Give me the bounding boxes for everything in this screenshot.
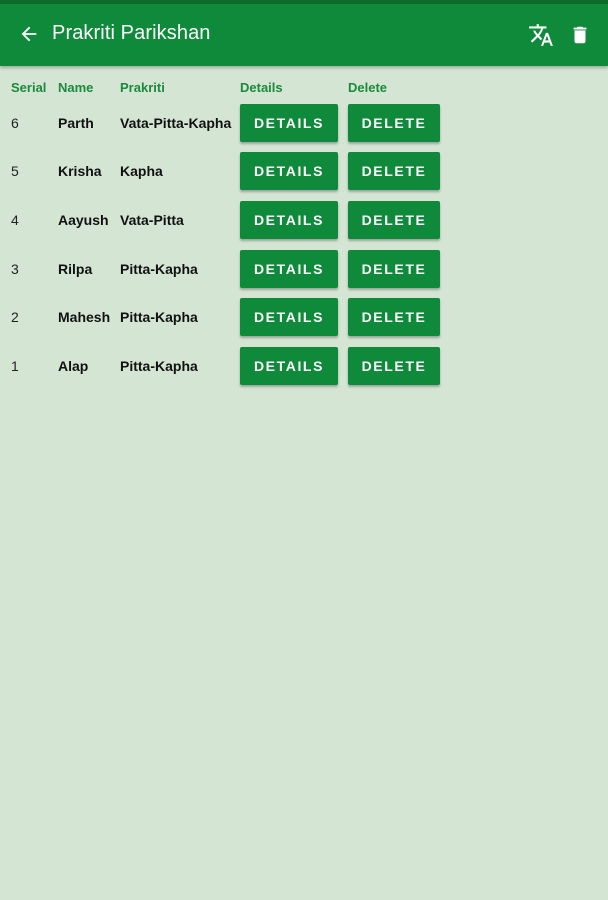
row-serial: 4 xyxy=(11,212,19,228)
table-row: 5 Krisha Kapha DETAILS DELETE xyxy=(0,152,608,190)
trash-icon xyxy=(573,26,587,44)
table-row: 3 Rilpa Pitta-Kapha DETAILS DELETE xyxy=(0,250,608,288)
delete-button[interactable]: DELETE xyxy=(348,201,440,239)
row-name: Rilpa xyxy=(58,261,93,277)
header-prakriti: Prakriti xyxy=(120,80,165,95)
header-serial: Serial xyxy=(11,80,47,95)
header-name: Name xyxy=(58,80,94,95)
details-button[interactable]: DETAILS xyxy=(240,298,338,336)
arrow-left-icon xyxy=(21,26,37,42)
translate-button[interactable] xyxy=(526,20,556,50)
details-button[interactable]: DETAILS xyxy=(240,250,338,288)
row-prakriti: Kapha xyxy=(120,163,163,179)
row-prakriti: Pitta-Kapha xyxy=(120,309,198,325)
row-serial: 1 xyxy=(11,358,19,374)
row-name: Aayush xyxy=(58,212,109,228)
details-button[interactable]: DETAILS xyxy=(240,347,338,385)
table-row: 4 Aayush Vata-Pitta DETAILS DELETE xyxy=(0,201,608,239)
row-serial: 6 xyxy=(11,115,19,131)
header-delete: Delete xyxy=(348,80,388,95)
table-row: 2 Mahesh Pitta-Kapha DETAILS DELETE xyxy=(0,298,608,336)
delete-button[interactable]: DELETE xyxy=(348,298,440,336)
row-serial: 3 xyxy=(11,261,19,277)
row-serial: 5 xyxy=(11,163,19,179)
row-serial: 2 xyxy=(11,309,19,325)
row-prakriti: Vata-Pitta xyxy=(120,212,184,228)
page-title: Prakriti Parikshan xyxy=(52,22,211,44)
row-prakriti: Vata-Pitta-Kapha xyxy=(120,115,232,131)
details-button[interactable]: DETAILS xyxy=(240,152,338,190)
header-details: Details xyxy=(240,80,283,95)
table-header: Serial Name Prakriti Details Delete xyxy=(0,80,608,98)
delete-button[interactable]: DELETE xyxy=(348,152,440,190)
delete-button[interactable]: DELETE xyxy=(348,250,440,288)
table-row: 6 Parth Vata-Pitta-Kapha DETAILS DELETE xyxy=(0,104,608,142)
details-button[interactable]: DETAILS xyxy=(240,104,338,142)
delete-button[interactable]: DELETE xyxy=(348,347,440,385)
row-name: Krisha xyxy=(58,163,102,179)
back-button[interactable] xyxy=(14,19,44,49)
translate-icon xyxy=(529,24,553,46)
row-name: Mahesh xyxy=(58,309,111,325)
row-prakriti: Pitta-Kapha xyxy=(120,261,198,277)
row-name: Alap xyxy=(58,358,89,374)
row-prakriti: Pitta-Kapha xyxy=(120,358,198,374)
row-name: Parth xyxy=(58,115,94,131)
table-row: 1 Alap Pitta-Kapha DETAILS DELETE xyxy=(0,347,608,385)
delete-all-button[interactable] xyxy=(566,20,594,50)
details-button[interactable]: DETAILS xyxy=(240,201,338,239)
delete-button[interactable]: DELETE xyxy=(348,104,440,142)
app-bar: Prakriti Parikshan xyxy=(0,4,608,66)
